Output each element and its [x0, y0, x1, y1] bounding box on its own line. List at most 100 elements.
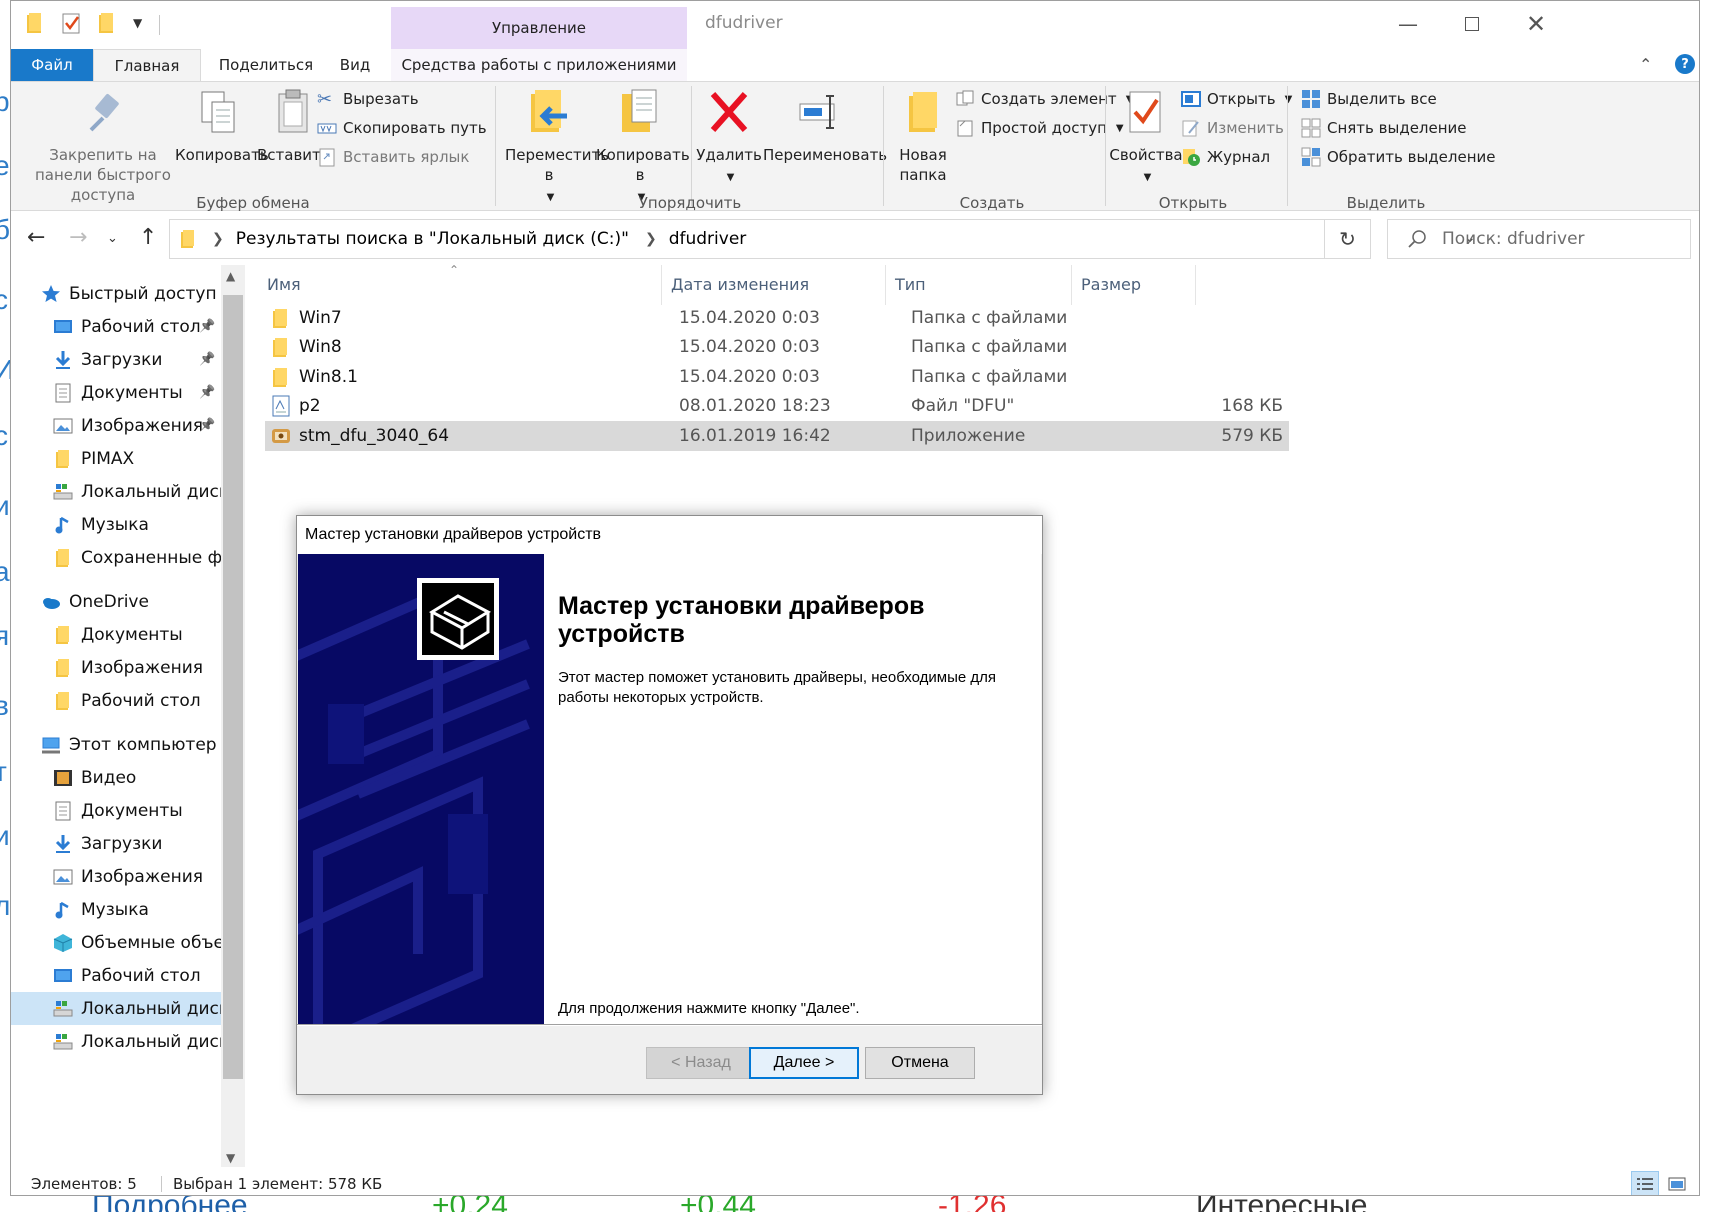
dialog-title-bar[interactable]: Мастер установки драйверов устройств — [297, 516, 1042, 554]
sidebar-item-label: Музыка — [81, 514, 149, 535]
recent-locations-button[interactable]: ⌄ — [107, 231, 118, 246]
next-button[interactable]: Далее > — [749, 1047, 859, 1079]
cancel-button[interactable]: Отмена — [865, 1047, 975, 1079]
column-header-type[interactable]: Тип — [895, 275, 926, 294]
sidebar-item[interactable]: Локальный диск — [11, 1025, 221, 1058]
tab-file[interactable]: Файл — [11, 49, 93, 81]
paste-shortcut-button[interactable]: Вставить ярлык — [317, 144, 469, 170]
chevron-down-icon: ⌄ — [107, 231, 118, 246]
maximize-button[interactable] — [1449, 9, 1495, 39]
table-row[interactable]: Win8.1 15.04.2020 0:03 Папка с файлами — [265, 362, 1289, 392]
sidebar-item[interactable]: Загрузки — [11, 827, 221, 860]
history-icon — [1183, 149, 1200, 166]
column-header-date[interactable]: Дата изменения — [671, 275, 809, 294]
wizard-description: Этот мастер поможет установить драйверы,… — [558, 669, 996, 706]
refresh-button[interactable]: ↻ — [1325, 219, 1371, 259]
sidebar-item[interactable]: Рабочий стол — [11, 959, 221, 992]
column-separator[interactable] — [1195, 265, 1196, 305]
sidebar-item[interactable]: Быстрый доступ — [11, 277, 221, 310]
scroll-up-icon[interactable]: ▲ — [226, 269, 235, 283]
sidebar-item[interactable]: Рабочий стол 📌 — [11, 310, 221, 343]
navigation-pane-scrollbar[interactable]: ▲ ▼ — [221, 265, 245, 1167]
sidebar-item-label: Сохраненные ф — [81, 547, 221, 568]
table-row[interactable]: p2 08.01.2020 18:23 Файл "DFU" 168 КБ — [265, 391, 1289, 421]
details-view-button[interactable] — [1631, 1171, 1659, 1195]
chevron-down-icon: ▼ — [1143, 172, 1152, 183]
edit-button[interactable]: Изменить — [1181, 115, 1284, 141]
scroll-down-icon[interactable]: ▼ — [226, 1151, 235, 1165]
address-bar[interactable]: ❯ Результаты поиска в "Локальный диск (C… — [169, 219, 1476, 259]
sidebar-item[interactable]: Локальный диск — [11, 992, 221, 1025]
new-folder-icon[interactable] — [97, 11, 119, 35]
properties-icon[interactable] — [61, 11, 83, 35]
sidebar-item-label: Этот компьютер — [69, 734, 217, 755]
breadcrumb-dfudriver[interactable]: dfudriver — [669, 229, 747, 249]
sidebar-item[interactable]: Локальный диск — [11, 475, 221, 508]
properties-label: Свойства — [1109, 146, 1183, 164]
sidebar-item[interactable]: Рабочий стол — [11, 684, 221, 717]
easy-access-button[interactable]: Простой доступ ▼ — [955, 115, 1124, 141]
column-separator[interactable] — [661, 265, 662, 305]
select-all-button[interactable]: Выделить все — [1301, 86, 1437, 112]
ribbon-collapse-icon[interactable]: ⌃ — [1639, 55, 1652, 74]
invert-selection-button[interactable]: Обратить выделение — [1301, 144, 1496, 170]
breadcrumb-search-results[interactable]: Результаты поиска в "Локальный диск (C:)… — [236, 229, 629, 249]
column-header-size[interactable]: Размер — [1081, 275, 1141, 294]
sidebar-item[interactable]: Музыка — [11, 893, 221, 926]
rename-button[interactable]: Переименовать — [763, 88, 887, 165]
back-button[interactable]: ← — [27, 225, 45, 250]
sidebar-item-label: Объемные объе — [81, 932, 221, 953]
sidebar-item[interactable]: Документы 📌 — [11, 376, 221, 409]
move-to-button[interactable]: Переместить в ▼ — [503, 88, 609, 208]
bg-text-more: Подробнее — [92, 1195, 248, 1212]
paste-icon — [278, 89, 308, 133]
sidebar-item[interactable]: Объемные объе — [11, 926, 221, 959]
close-button[interactable]: ✕ — [1513, 9, 1559, 39]
table-row[interactable]: Win8 15.04.2020 0:03 Папка с файлами — [265, 332, 1289, 362]
table-row[interactable]: Win7 15.04.2020 0:03 Папка с файлами — [265, 303, 1289, 333]
search-input[interactable]: Поиск: dfudriver — [1387, 219, 1691, 259]
help-icon[interactable]: ? — [1675, 54, 1695, 74]
sidebar-item[interactable]: OneDrive — [11, 585, 221, 618]
sidebar-item[interactable]: Загрузки 📌 — [11, 343, 221, 376]
select-none-button[interactable]: Снять выделение — [1301, 115, 1467, 141]
qat-dropdown-icon[interactable]: ▼ — [133, 16, 142, 30]
properties-button[interactable]: Свойства ▼ — [1109, 88, 1183, 188]
open-button[interactable]: Открыть ▼ — [1181, 86, 1292, 112]
sidebar-item[interactable]: PIMAX — [11, 442, 221, 475]
delete-button[interactable]: Удалить ▼ — [695, 88, 763, 188]
minimize-button[interactable]: — — [1385, 9, 1431, 39]
large-icons-view-button[interactable] — [1663, 1171, 1691, 1195]
sidebar-item[interactable]: Изображения — [11, 651, 221, 684]
cut-button[interactable]: ✂ Вырезать — [317, 86, 419, 112]
tab-application-tools[interactable]: Средства работы с приложениями — [391, 49, 687, 81]
forward-button[interactable]: → — [69, 225, 87, 250]
sidebar-item[interactable]: Документы — [11, 618, 221, 651]
sidebar-item[interactable]: Музыка — [11, 508, 221, 541]
up-button[interactable]: ↑ — [139, 225, 157, 250]
column-separator[interactable] — [885, 265, 886, 305]
back-button[interactable]: < Назад — [646, 1047, 756, 1079]
sidebar-item[interactable]: Изображения — [11, 860, 221, 893]
pin-quick-access-button[interactable]: Закрепить на панели быстрого доступа — [21, 88, 185, 205]
star-icon — [41, 284, 61, 304]
column-separator[interactable] — [1071, 265, 1072, 305]
column-header-name[interactable]: Имя — [267, 275, 301, 294]
tab-share[interactable]: Поделиться — [207, 49, 325, 81]
copy-to-button[interactable]: Копировать в ▼ — [595, 88, 690, 208]
copy-path-button[interactable]: Скопировать путь — [317, 115, 487, 141]
tab-home[interactable]: Главная — [93, 49, 201, 82]
sidebar-item[interactable]: Видео — [11, 761, 221, 794]
scrollbar-thumb[interactable] — [223, 295, 243, 1079]
sidebar-item[interactable]: Сохраненные ф — [11, 541, 221, 574]
title-bar: ▼ Управление dfudriver — ✕ — [11, 1, 1699, 49]
new-folder-button[interactable]: Новая папка — [887, 88, 959, 185]
sidebar-item[interactable]: Этот компьютер — [11, 728, 221, 761]
history-button[interactable]: Журнал — [1181, 144, 1270, 170]
sidebar-item[interactable]: Документы — [11, 794, 221, 827]
table-row[interactable]: stm_dfu_3040_64 16.01.2019 16:42 Приложени… — [265, 421, 1289, 451]
copy-button[interactable]: Копировать — [175, 88, 269, 165]
tab-view[interactable]: Вид — [325, 49, 385, 81]
new-item-button[interactable]: Создать элемент▼ — [955, 86, 1133, 112]
sidebar-item[interactable]: Изображения 📌 — [11, 409, 221, 442]
